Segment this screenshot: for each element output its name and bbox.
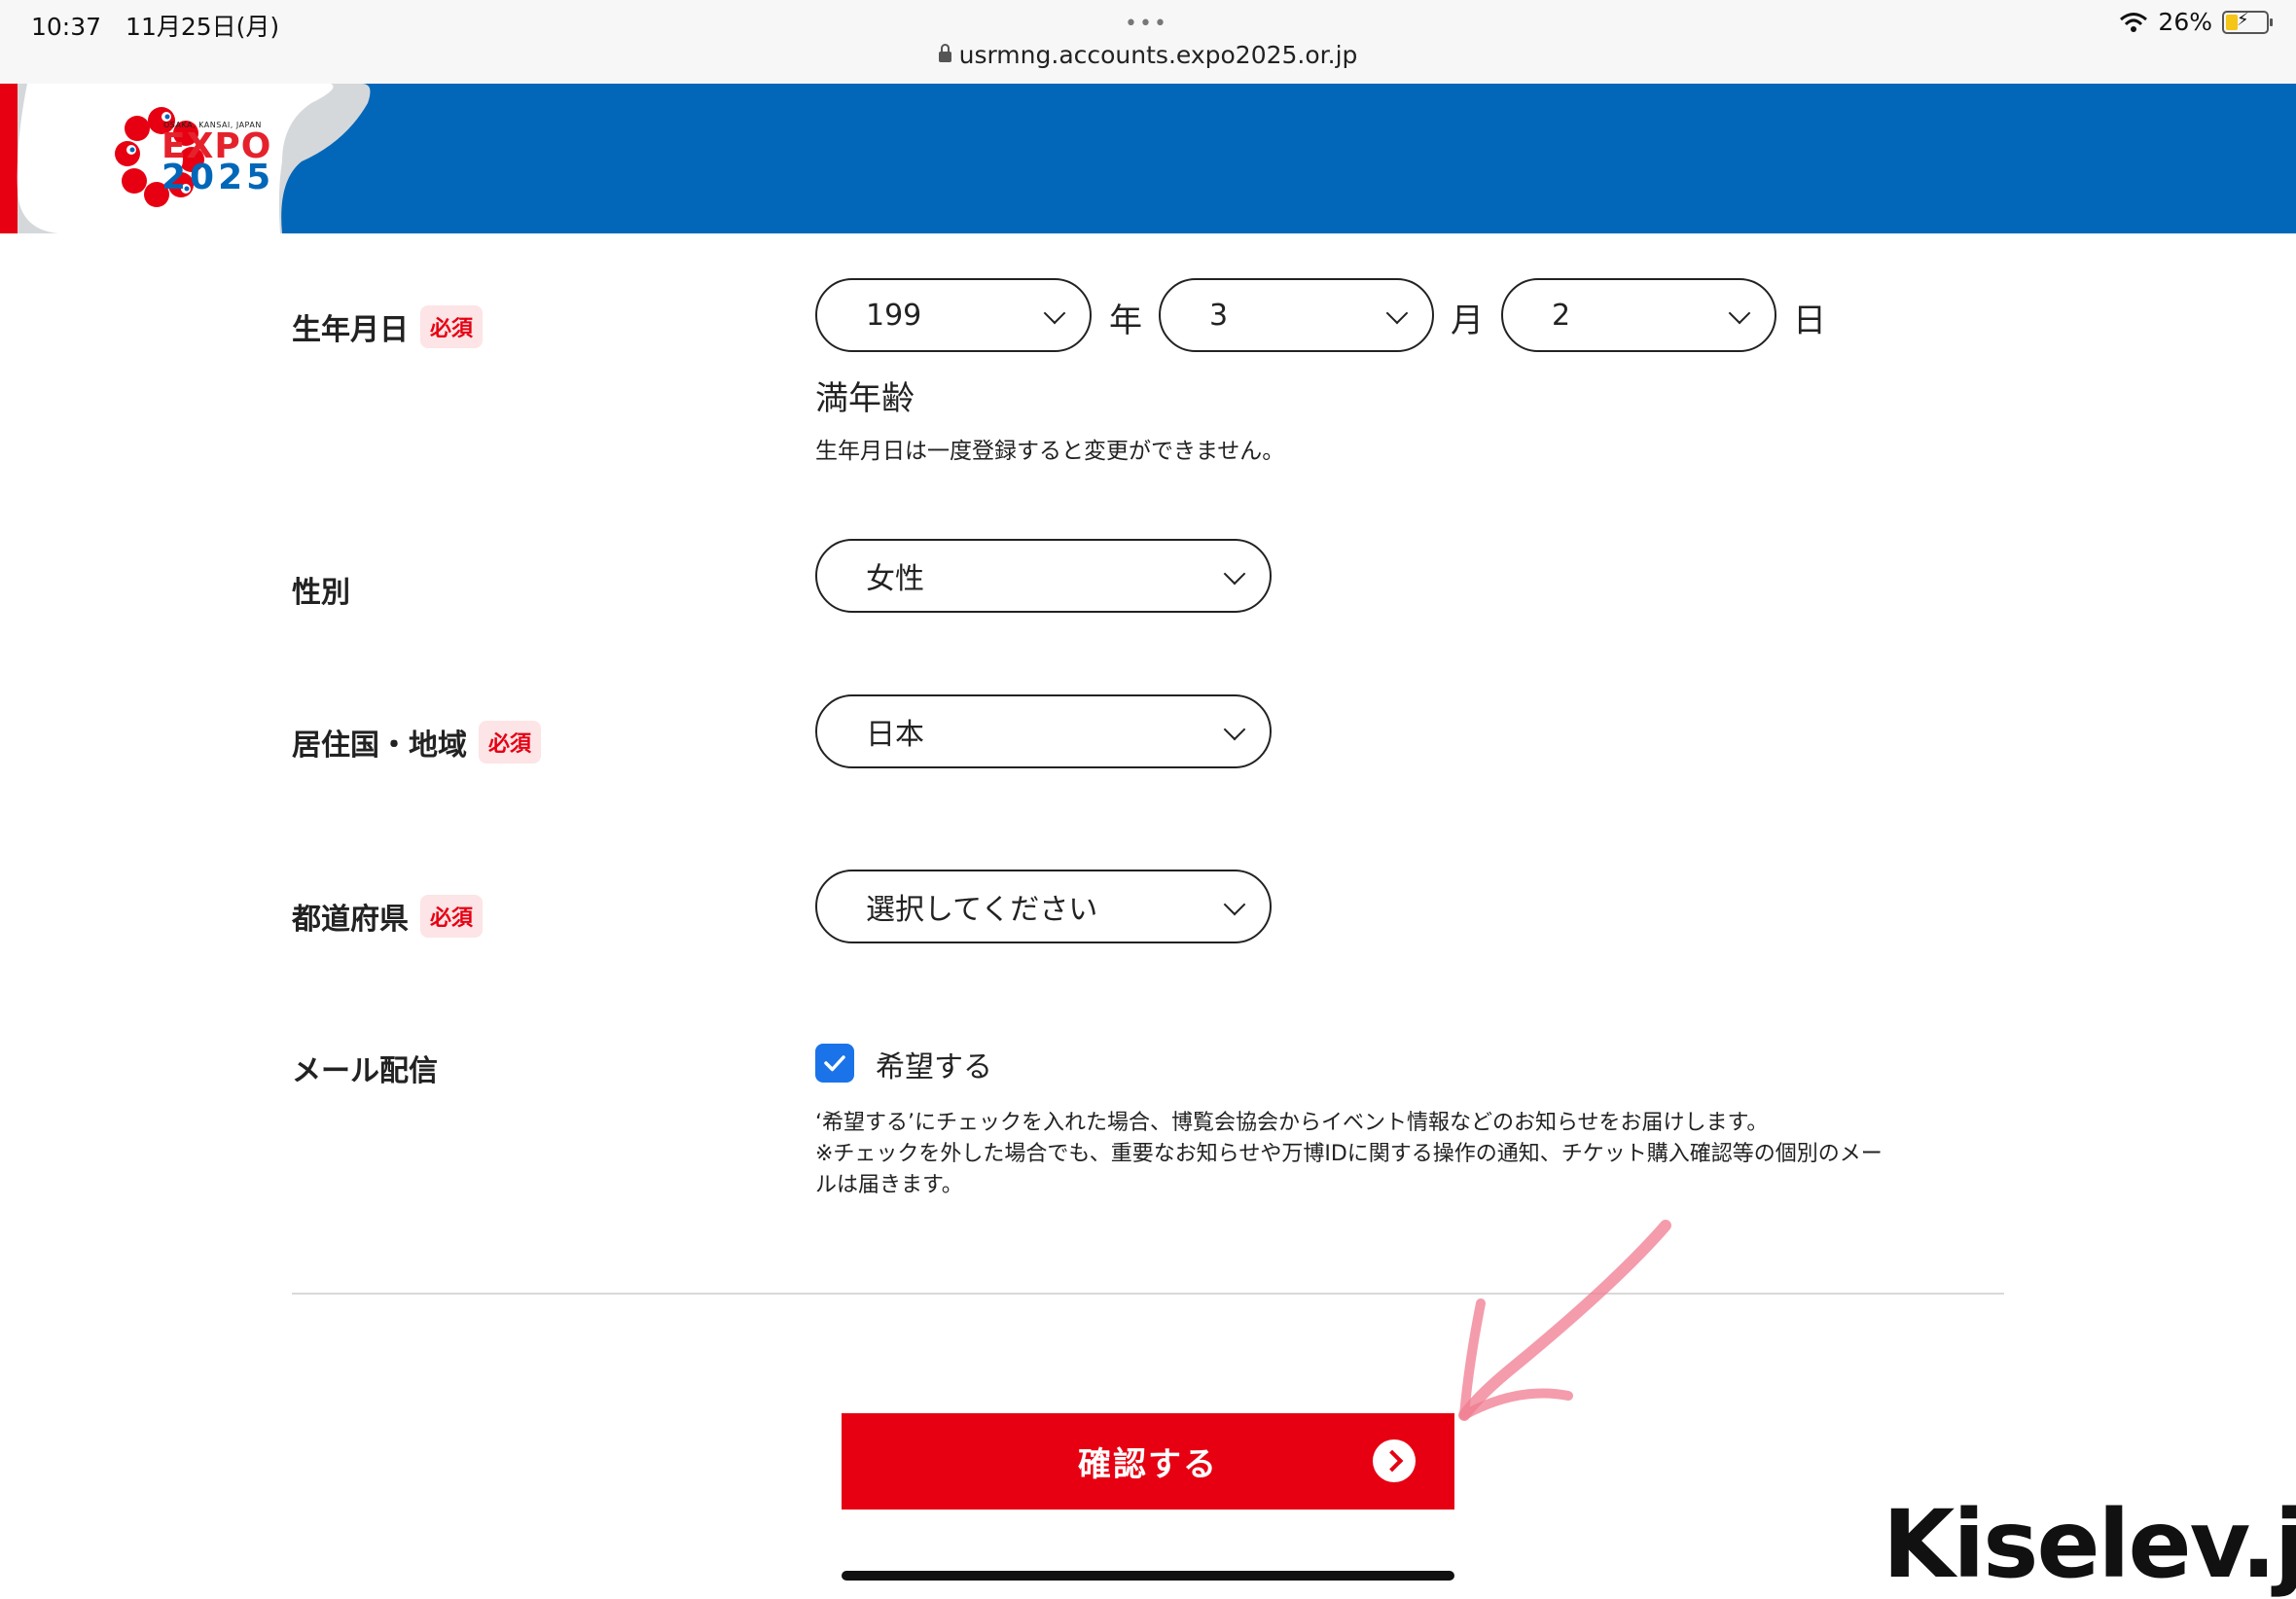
confirm-button[interactable]: 確認する [842, 1413, 1454, 1510]
required-badge: 必須 [479, 721, 542, 764]
watermark: Kiselev.jp [1883, 1490, 2296, 1599]
chevron-down-icon [1728, 302, 1751, 325]
battery-percent: 26% [2158, 8, 2212, 36]
battery-icon: ⚡ [2222, 10, 2273, 34]
birth-month-select[interactable]: 3 [1159, 278, 1434, 352]
gender-label: 性別 [292, 576, 350, 610]
divider [292, 1293, 2004, 1295]
mail-note-line1: ‘希望する’にチェックを入れた場合、博覧会協会からイベント情報などのお知らせをお… [815, 1111, 1769, 1135]
site-header [0, 84, 2296, 233]
status-time: 10:37 11月25日(月) [31, 13, 280, 41]
home-indicator [842, 1571, 1454, 1581]
birth-year-select[interactable]: 199 [815, 278, 1092, 352]
gender-select[interactable]: 女性 [815, 539, 1272, 613]
month-unit: 月 [1451, 302, 1484, 340]
checkmark-icon [824, 1055, 845, 1072]
mail-label: メール配信 [292, 1054, 438, 1088]
chevron-down-icon [1223, 893, 1246, 916]
annotation-arrow [1458, 1220, 1671, 1421]
mail-note-line2: ※チェックを外した場合でも、重要なお知らせや万博IDに関する操作の通知、チケット… [815, 1142, 1883, 1166]
logo-year-text: 2025 [161, 158, 275, 197]
arrow-right-icon [1373, 1439, 1416, 1482]
status-bar: 10:37 11月25日(月) ••• usrmng.accounts.expo… [0, 0, 2296, 85]
status-indicators: 26% ⚡ [2119, 8, 2273, 36]
prefecture-select[interactable]: 選択してください [815, 870, 1272, 943]
mail-checkbox-label[interactable]: 希望する [876, 1043, 992, 1085]
address-bar[interactable]: usrmng.accounts.expo2025.or.jp [0, 41, 2296, 69]
mail-subscribe-checkbox[interactable] [815, 1044, 854, 1083]
more-dots-icon[interactable]: ••• [1125, 12, 1168, 36]
chevron-down-icon [1223, 562, 1246, 586]
required-badge: 必須 [420, 895, 484, 938]
birthdate-note: 生年月日は一度登録すると変更ができません。 [815, 439, 1285, 464]
birth-day-select[interactable]: 2 [1501, 278, 1776, 352]
url-text: usrmng.accounts.expo2025.or.jp [958, 41, 1358, 69]
birthdate-label: 生年月日 必須 [292, 305, 484, 348]
wifi-icon [2120, 12, 2148, 32]
year-unit: 年 [1109, 302, 1142, 340]
chevron-down-icon [1223, 718, 1246, 741]
required-badge: 必須 [420, 305, 484, 348]
country-select[interactable]: 日本 [815, 694, 1272, 768]
chevron-down-icon [1043, 302, 1066, 325]
day-unit: 日 [1793, 302, 1826, 340]
lock-icon [938, 43, 951, 62]
mail-note-line3: ルは届きます。 [815, 1173, 963, 1197]
chevron-down-icon [1385, 302, 1409, 325]
prefecture-label: 都道府県 必須 [292, 895, 484, 938]
age-label: 満年齢 [815, 379, 915, 418]
country-label: 居住国・地域 必須 [292, 721, 542, 764]
